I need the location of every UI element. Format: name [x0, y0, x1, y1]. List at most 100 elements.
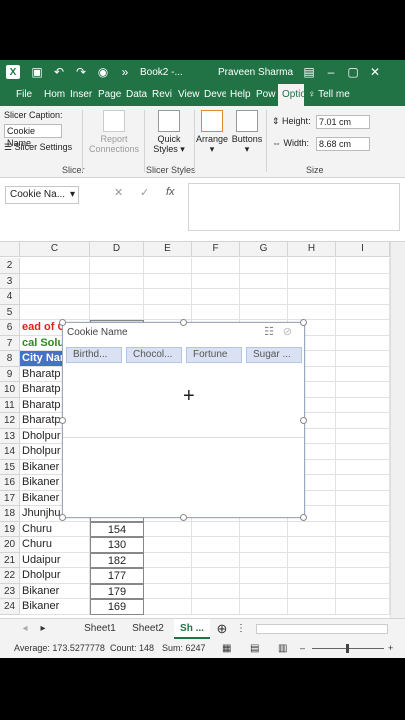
tab-page-layout[interactable]: Page: [94, 84, 122, 106]
row-header[interactable]: 11: [0, 397, 20, 413]
resize-handle[interactable]: [59, 417, 66, 424]
clear-filter-icon[interactable]: ⊘: [283, 325, 292, 338]
tab-file[interactable]: File: [0, 84, 40, 106]
cell[interactable]: [240, 521, 288, 537]
row-header[interactable]: 9: [0, 366, 20, 382]
maximize-icon[interactable]: ▢: [342, 60, 364, 84]
cell[interactable]: [288, 289, 336, 305]
zoom-slider-thumb[interactable]: [346, 644, 349, 653]
cell[interactable]: [336, 273, 390, 289]
cell[interactable]: [144, 289, 192, 305]
quick-styles-button[interactable]: Quick Styles ▾: [148, 110, 190, 155]
cell[interactable]: [288, 599, 336, 615]
cell[interactable]: [240, 289, 288, 305]
vertical-scrollbar[interactable]: [390, 242, 405, 618]
cookie-name-slicer[interactable]: Cookie Name ☷ ⊘ Birthd... Chocol... Fort…: [59, 319, 307, 521]
cell[interactable]: [144, 537, 192, 553]
slicer-item-chocolate[interactable]: Chocol...: [126, 347, 182, 363]
cell[interactable]: [144, 583, 192, 599]
cell[interactable]: [336, 382, 390, 398]
multi-select-icon[interactable]: ☷: [264, 325, 274, 338]
row-header[interactable]: 24: [0, 599, 20, 615]
cell[interactable]: [336, 444, 390, 460]
cell[interactable]: [240, 599, 288, 615]
cell-d[interactable]: [90, 273, 144, 289]
camera-icon[interactable]: ◉: [92, 60, 114, 84]
cell[interactable]: [336, 599, 390, 615]
tab-power-pivot[interactable]: Pow: [252, 84, 278, 106]
column-header[interactable]: G: [240, 242, 288, 257]
tab-review[interactable]: Revi: [148, 84, 174, 106]
cell[interactable]: [288, 537, 336, 553]
tab-insert[interactable]: Inser: [66, 84, 94, 106]
cell[interactable]: [336, 568, 390, 584]
insert-function-icon[interactable]: fx: [166, 186, 175, 198]
row-header[interactable]: 18: [0, 506, 20, 522]
cell[interactable]: [336, 304, 390, 320]
row-header[interactable]: 3: [0, 273, 20, 289]
cell-c[interactable]: Bikaner: [20, 599, 90, 615]
cell[interactable]: [288, 304, 336, 320]
width-input[interactable]: 8.68 cm: [316, 137, 370, 151]
enter-icon[interactable]: ✓: [140, 186, 149, 199]
cell[interactable]: [192, 537, 240, 553]
cell[interactable]: [144, 273, 192, 289]
cell[interactable]: [144, 304, 192, 320]
formula-input[interactable]: [188, 183, 400, 231]
sheet-tab-active[interactable]: Sh ...: [174, 619, 210, 639]
column-header[interactable]: D: [90, 242, 144, 257]
select-all-corner[interactable]: [0, 242, 20, 257]
row-header[interactable]: 14: [0, 444, 20, 460]
cell[interactable]: [288, 521, 336, 537]
column-header[interactable]: F: [192, 242, 240, 257]
page-layout-view-icon[interactable]: ▤: [250, 643, 259, 654]
tab-help[interactable]: Help: [226, 84, 252, 106]
cell[interactable]: [144, 568, 192, 584]
cell[interactable]: [336, 521, 390, 537]
column-header[interactable]: C: [20, 242, 90, 257]
row-header[interactable]: 5: [0, 304, 20, 320]
row-header[interactable]: 12: [0, 413, 20, 429]
cell[interactable]: [192, 273, 240, 289]
cell[interactable]: [240, 552, 288, 568]
report-connections-button[interactable]: Report Connections: [86, 110, 142, 154]
cell-c[interactable]: [20, 289, 90, 305]
column-header[interactable]: H: [288, 242, 336, 257]
cell-c[interactable]: Bikaner: [20, 583, 90, 599]
resize-handle[interactable]: [59, 319, 66, 326]
cell[interactable]: [336, 397, 390, 413]
row-header[interactable]: 19: [0, 521, 20, 537]
cell[interactable]: [288, 568, 336, 584]
row-header[interactable]: 10: [0, 382, 20, 398]
cell[interactable]: [192, 552, 240, 568]
resize-handle[interactable]: [300, 319, 307, 326]
cell-d[interactable]: [90, 289, 144, 305]
cell-c[interactable]: Churu: [20, 537, 90, 553]
cell[interactable]: [144, 521, 192, 537]
row-header[interactable]: 7: [0, 335, 20, 351]
slicer-item-birthday[interactable]: Birthd...: [66, 347, 122, 363]
cell[interactable]: [336, 459, 390, 475]
redo-icon[interactable]: ↷: [70, 60, 92, 84]
page-break-view-icon[interactable]: ▥: [278, 643, 287, 654]
tab-developer[interactable]: Deve: [200, 84, 226, 106]
cell[interactable]: [336, 537, 390, 553]
row-header[interactable]: 22: [0, 568, 20, 584]
tab-options[interactable]: Optio: [278, 84, 304, 106]
more-tabs-icon[interactable]: ⋮: [236, 619, 246, 639]
cell[interactable]: [240, 537, 288, 553]
cell[interactable]: [336, 428, 390, 444]
cell-c[interactable]: [20, 273, 90, 289]
cell[interactable]: [144, 258, 192, 274]
cell[interactable]: [144, 552, 192, 568]
cell[interactable]: [336, 490, 390, 506]
row-header[interactable]: 21: [0, 552, 20, 568]
cell[interactable]: [288, 273, 336, 289]
cell-d[interactable]: [90, 304, 144, 320]
buttons-button[interactable]: Buttons ▾: [230, 110, 264, 155]
prev-sheet-icon[interactable]: ◂: [18, 619, 32, 639]
resize-handle[interactable]: [300, 417, 307, 424]
row-header[interactable]: 15: [0, 459, 20, 475]
cell[interactable]: [192, 289, 240, 305]
cell-d[interactable]: [90, 258, 144, 274]
